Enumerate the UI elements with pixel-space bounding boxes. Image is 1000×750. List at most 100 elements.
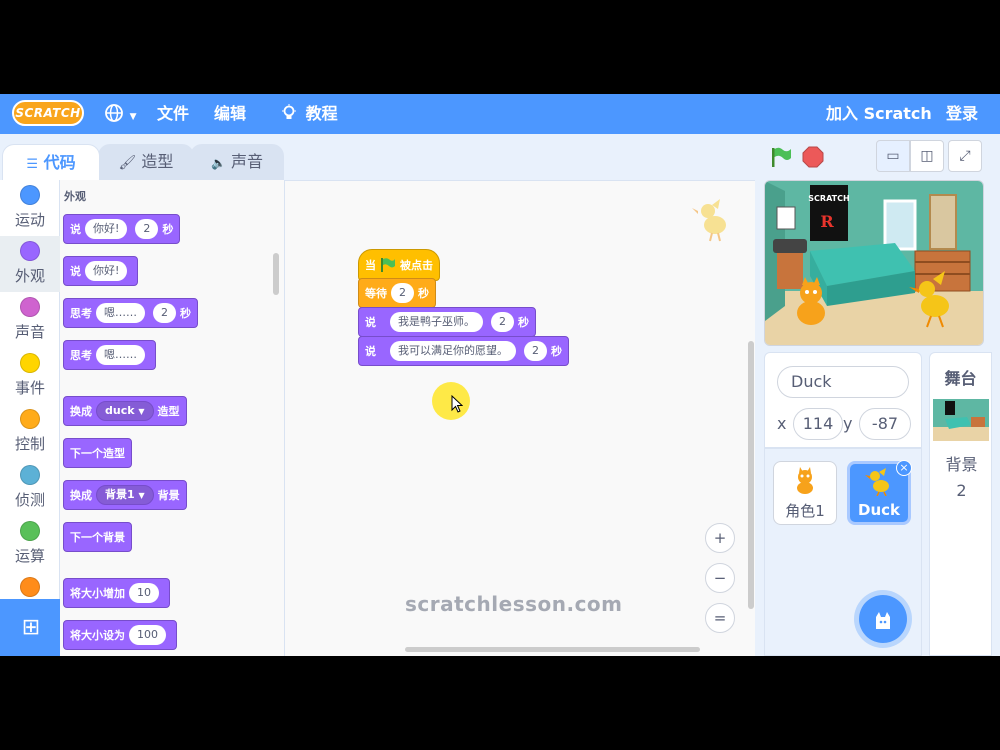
green-flag-button[interactable] bbox=[770, 146, 792, 168]
block-number-input[interactable]: 2 bbox=[135, 219, 159, 239]
y-position-input[interactable]: -87 bbox=[859, 408, 911, 440]
choose-sprite-button[interactable] bbox=[859, 595, 907, 643]
fullscreen-icon: ⤢ bbox=[959, 148, 971, 164]
zoom-reset-button[interactable]: = bbox=[705, 603, 735, 633]
category-dot bbox=[20, 409, 40, 429]
block-number-input[interactable]: 2 bbox=[524, 341, 547, 361]
join-scratch-link[interactable]: 加入 Scratch bbox=[826, 94, 932, 134]
small-stage-button[interactable]: ▭ bbox=[876, 140, 910, 172]
menu-bar: SCRATCH ▼ 文件 编辑 教程 加入 Scratch 登录 bbox=[0, 94, 1000, 134]
tutorials-label: 教程 bbox=[305, 104, 338, 123]
x-position-input[interactable]: 114 bbox=[793, 408, 843, 440]
speaker-icon: 🔈 bbox=[210, 156, 226, 170]
block-next-backdrop[interactable]: 下一个背景 bbox=[63, 522, 132, 552]
block-label: 换成 bbox=[70, 489, 92, 502]
block-text-input[interactable]: 你好! bbox=[85, 261, 128, 281]
block-say[interactable]: 说 你好! bbox=[63, 256, 139, 286]
block-text-input[interactable]: 你好! bbox=[85, 219, 128, 239]
block-text-input[interactable]: 我可以满足你的愿望。 bbox=[390, 341, 516, 361]
zoom-out-button[interactable]: − bbox=[705, 563, 735, 593]
stop-button[interactable] bbox=[802, 146, 824, 168]
block-label: 换成 bbox=[70, 405, 92, 418]
block-label: 思考 bbox=[70, 349, 92, 362]
stage-selector[interactable]: 舞台 背景 2 bbox=[929, 352, 992, 656]
x-label: x bbox=[777, 414, 787, 433]
script-area[interactable]: 当 被点击 等待 2 秒 说 我是鸭子巫师。 2 秒 说 我可以满足你的愿望。 … bbox=[285, 180, 755, 656]
small-stage-icon: ▭ bbox=[886, 148, 900, 164]
block-next-costume[interactable]: 下一个造型 bbox=[63, 438, 132, 468]
cat-add-icon bbox=[876, 612, 890, 629]
category-control[interactable]: 控制 bbox=[0, 404, 60, 460]
costume-dropdown[interactable]: duck ▼ bbox=[96, 401, 154, 421]
block-number-input[interactable]: 100 bbox=[129, 625, 166, 645]
block-change-size[interactable]: 将大小增加 10 bbox=[63, 578, 170, 608]
category-events[interactable]: 事件 bbox=[0, 348, 60, 404]
stage-canvas[interactable]: SCRATCH R bbox=[764, 180, 984, 346]
category-motion[interactable]: 运动 bbox=[0, 180, 60, 236]
block-label: 思考 bbox=[70, 307, 92, 320]
block-text-input[interactable]: 嗯…… bbox=[96, 345, 145, 365]
tutorials-menu[interactable]: 教程 bbox=[281, 94, 338, 134]
duck-sprite-icon bbox=[865, 468, 889, 497]
category-variables[interactable] bbox=[0, 572, 60, 600]
block-when-flag-clicked[interactable]: 当 被点击 bbox=[358, 249, 440, 281]
sprite-tile-duck[interactable]: Duck × bbox=[847, 460, 912, 525]
block-number-input[interactable]: 10 bbox=[129, 583, 159, 603]
block-label: 下一个造型 bbox=[70, 447, 125, 460]
block-label: 秒 bbox=[551, 345, 562, 358]
script-vertical-scrollbar[interactable] bbox=[748, 341, 754, 609]
block-switch-backdrop[interactable]: 换成 背景1 ▼ 背景 bbox=[63, 480, 187, 510]
script-horizontal-scrollbar[interactable] bbox=[405, 647, 700, 652]
category-sound[interactable]: 声音 bbox=[0, 292, 60, 348]
category-dot bbox=[20, 465, 40, 485]
category-dot bbox=[20, 521, 40, 541]
zoom-out-icon: − bbox=[713, 569, 727, 587]
block-set-size[interactable]: 将大小设为 100 bbox=[63, 620, 177, 650]
sign-in-link[interactable]: 登录 bbox=[946, 94, 978, 134]
block-think-for-secs[interactable]: 思考 嗯…… 2 秒 bbox=[63, 298, 198, 328]
backdrop-dropdown[interactable]: 背景1 ▼ bbox=[96, 485, 154, 505]
large-stage-button[interactable]: ◫ bbox=[910, 140, 944, 172]
block-label: 秒 bbox=[162, 223, 174, 236]
block-number-input[interactable]: 2 bbox=[153, 303, 176, 323]
tab-sounds-label: 声音 bbox=[231, 152, 264, 171]
tab-costumes[interactable]: 🖌 造型 bbox=[98, 144, 194, 180]
block-number-input[interactable]: 2 bbox=[391, 283, 414, 303]
large-stage-icon: ◫ bbox=[920, 148, 934, 164]
block-label: 说 bbox=[365, 345, 376, 358]
block-switch-costume[interactable]: 换成 duck ▼ 造型 bbox=[63, 396, 187, 426]
block-label: 将大小设为 bbox=[70, 629, 125, 642]
sprite-name-input[interactable]: Duck bbox=[777, 366, 909, 398]
delete-sprite-button[interactable]: × bbox=[896, 460, 912, 476]
tab-sounds[interactable]: 🔈 声音 bbox=[190, 144, 284, 180]
category-label: 运算 bbox=[14, 547, 45, 565]
block-wait[interactable]: 等待 2 秒 bbox=[358, 278, 436, 308]
block-number-input[interactable]: 2 bbox=[491, 312, 514, 332]
fullscreen-button[interactable]: ⤢ bbox=[948, 140, 982, 172]
backdrops-label: 背景 bbox=[945, 455, 978, 474]
category-sensing[interactable]: 侦测 bbox=[0, 460, 60, 516]
block-say-for-secs[interactable]: 说 我可以满足你的愿望。 2 秒 bbox=[358, 336, 569, 366]
block-text-input[interactable]: 嗯…… bbox=[96, 303, 145, 323]
zoom-in-button[interactable]: + bbox=[705, 523, 735, 553]
sprite-tile-cat[interactable]: 角色1 bbox=[773, 461, 837, 525]
language-menu[interactable]: ▼ bbox=[104, 94, 137, 134]
category-operators[interactable]: 运算 bbox=[0, 516, 60, 572]
sprite-list: 角色1 Duck × bbox=[764, 448, 922, 656]
tab-code[interactable]: ☰ 代码 bbox=[2, 144, 100, 180]
add-extension-button[interactable]: ⊞ bbox=[0, 599, 62, 656]
palette-section-title: 外观 bbox=[64, 190, 86, 203]
edit-menu[interactable]: 编辑 bbox=[214, 94, 246, 134]
block-text-input[interactable]: 我是鸭子巫师。 bbox=[390, 312, 483, 332]
block-say-for-secs[interactable]: 说 我是鸭子巫师。 2 秒 bbox=[358, 307, 536, 337]
sprite-tile-label: Duck bbox=[858, 501, 900, 519]
file-menu[interactable]: 文件 bbox=[157, 94, 189, 134]
palette-scrollbar[interactable] bbox=[273, 253, 279, 295]
category-looks[interactable]: 外观 bbox=[0, 236, 60, 292]
block-say-for-secs[interactable]: 说 你好! 2 秒 bbox=[63, 214, 181, 244]
zoom-in-icon: + bbox=[713, 529, 727, 547]
block-label: 被点击 bbox=[400, 259, 433, 272]
watermark: scratchlesson.com bbox=[405, 592, 623, 616]
scratch-logo[interactable]: SCRATCH bbox=[12, 100, 84, 126]
block-think[interactable]: 思考 嗯…… bbox=[63, 340, 156, 370]
